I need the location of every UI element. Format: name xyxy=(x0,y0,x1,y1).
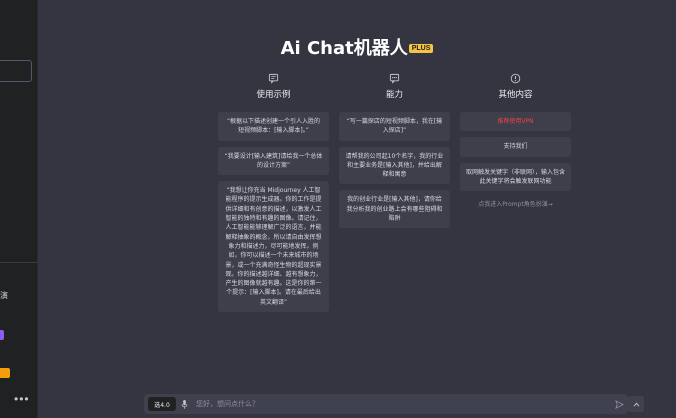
column-heading-examples: 使用示例 xyxy=(256,90,291,100)
sidebar-orange-badge xyxy=(0,368,10,378)
sidebar-item-label[interactable]: 演 xyxy=(0,290,8,301)
plus-badge: PLUS xyxy=(408,44,434,54)
microphone-icon[interactable] xyxy=(180,398,188,410)
model-select-button[interactable]: 选4.0 xyxy=(148,397,176,411)
other-content-column: 其他内容 推荐使用VPN 支持我们 取网触发关键字（非联网），输入包含此关键字将… xyxy=(460,72,571,208)
chat-input[interactable] xyxy=(196,396,606,412)
send-icon[interactable] xyxy=(614,398,624,410)
info-icon xyxy=(460,72,571,84)
example-card[interactable]: “根据以下描述创建一个引人入胜的短视频脚本：[输入脚本]。” xyxy=(218,112,329,141)
page-header: Ai Chat机器人 PLUS xyxy=(0,34,676,60)
example-card[interactable]: “我想让你充当 Midjourney 人工智能程序的提示生成器。你的工作是提供详… xyxy=(218,181,329,313)
web-trigger-card[interactable]: 取网触发关键字（非联网），输入包含此关键字将会触发联网功能 xyxy=(460,162,571,192)
capabilities-column: 能力 “写一篇探店的短视频脚本，我在[输入探店]” 请帮我的公司起10个名字，我… xyxy=(339,72,450,234)
examples-column: 使用示例 “根据以下描述创建一个引人入胜的短视频脚本：[输入脚本]。” “我要设… xyxy=(218,72,329,318)
page-title: Ai Chat机器人 xyxy=(280,38,408,59)
prompt-roleplay-link[interactable]: 点我进入Prompt角色扮演→ xyxy=(460,199,571,208)
column-heading-other: 其他内容 xyxy=(498,90,533,100)
sidebar-purple-badge xyxy=(0,330,4,340)
column-heading-capabilities: 能力 xyxy=(385,90,403,100)
more-options-button[interactable]: ••• xyxy=(14,392,30,406)
chat-icon xyxy=(218,72,329,84)
capability-card[interactable]: 请帮我的公司起10个名字，我的行业和主要业务是[输入其他]，并给出解释和寓意 xyxy=(339,146,450,185)
vpn-recommend-card[interactable]: 推荐使用VPN xyxy=(460,112,571,132)
sidebar: 演 ••• xyxy=(0,0,38,418)
sidebar-divider xyxy=(0,262,38,263)
sidebar-search-input[interactable] xyxy=(0,60,32,82)
scroll-top-button[interactable] xyxy=(628,396,644,412)
example-card[interactable]: “我要设计[输入建筑]请给我一个总体的设计方案” xyxy=(218,146,329,176)
chevron-up-icon xyxy=(633,402,639,406)
capability-card[interactable]: “写一篇探店的短视频脚本，我在[输入探店]” xyxy=(339,112,450,141)
chat-dots-icon xyxy=(339,72,450,84)
capability-card[interactable]: 我的创业行业是[输入其他]，请你给我分析我的创业路上会有哪些阻碍和陷阱 xyxy=(339,190,450,229)
support-us-card[interactable]: 支持我们 xyxy=(460,137,571,157)
